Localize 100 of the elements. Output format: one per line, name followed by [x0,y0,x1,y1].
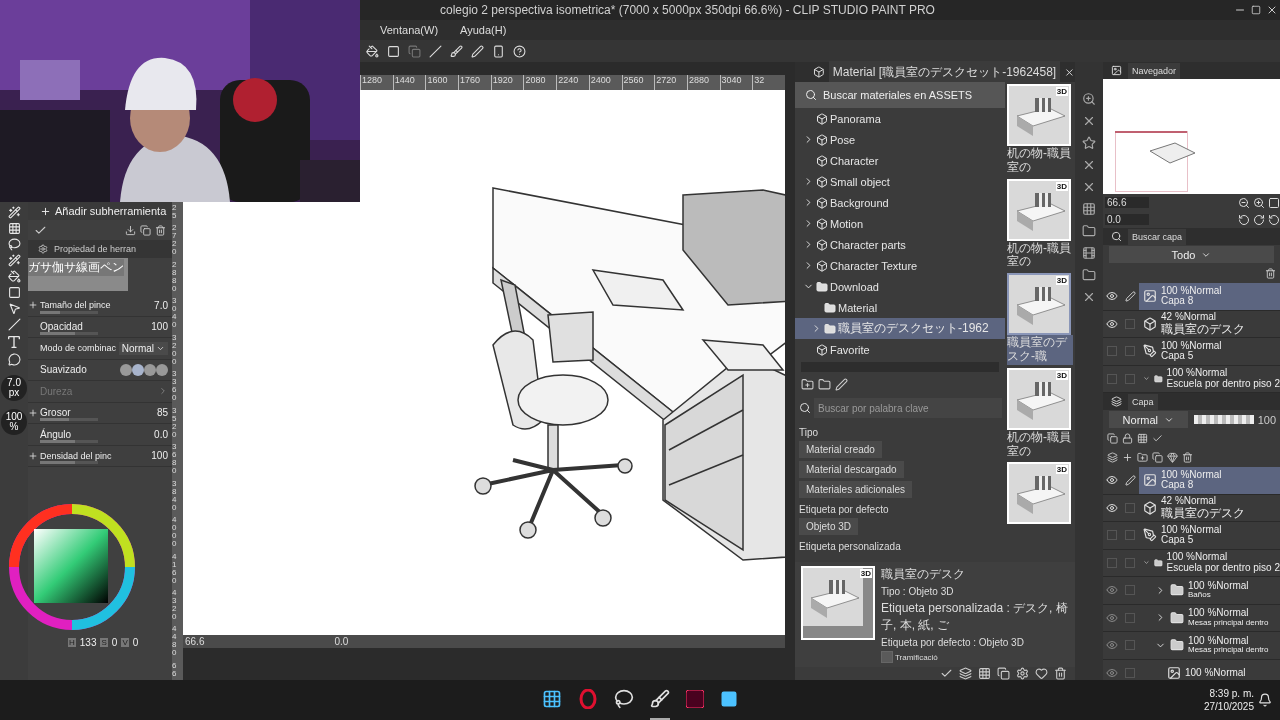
lock-checkbox[interactable] [1125,640,1135,651]
layer-row[interactable]: 100 %Normal Mesas principal dentro [1139,604,1280,631]
tree-item[interactable]: Background [795,192,1005,213]
tree-item[interactable]: 職員室のデスクセット-1962 [795,318,1005,339]
view-icon[interactable] [959,667,972,680]
zoom-field[interactable]: 66.6 [1105,197,1149,208]
indesign-icon[interactable] [686,690,704,708]
filter-tag[interactable]: Materiales adicionales [799,481,912,498]
close-icon[interactable] [1266,4,1278,16]
grid-view-icon[interactable] [978,667,991,680]
copy-layer-icon[interactable] [1152,452,1163,463]
reset-rotation-icon[interactable] [1268,213,1280,226]
opacity-value[interactable]: 100 [1257,413,1276,426]
blend-mode-select[interactable]: Normal [118,341,168,355]
panel-icon[interactable] [1082,114,1096,128]
clip-studio-icon[interactable] [614,689,634,709]
menu-item[interactable]: Ventana(W) [380,24,439,36]
tree-item[interactable]: Favorite [795,339,1005,360]
favorite-icon[interactable] [1082,136,1096,150]
panel-icon[interactable] [1082,92,1096,106]
expand-icon[interactable] [28,407,38,418]
copy-icon[interactable] [408,44,421,58]
line-icon[interactable] [429,44,442,58]
settings-icon[interactable] [1016,667,1029,680]
property-value[interactable]: 100 [151,450,168,462]
layer-filter-dropdown[interactable]: Todo [1109,246,1274,263]
trash-icon[interactable] [1265,268,1276,279]
trash-icon[interactable] [1182,452,1193,463]
tree-item[interactable]: Character [795,150,1005,171]
trash-icon[interactable] [1054,667,1067,680]
panel-icon[interactable] [1082,202,1096,216]
panel-tab[interactable]: Buscar capa [1128,228,1187,245]
panel-tab[interactable]: Capa [1128,393,1158,410]
notification-icon[interactable] [1258,693,1272,707]
zoom-out-icon[interactable] [1238,196,1250,209]
eye-icon[interactable] [1106,584,1118,597]
trash-icon[interactable] [155,224,166,236]
duplicate-icon[interactable] [140,224,151,236]
lock-checkbox[interactable] [1125,346,1135,357]
slider-fill[interactable] [40,332,75,335]
layer-row[interactable]: 100 %Normal Baños [1139,577,1280,604]
property-value[interactable]: 100 [151,321,168,333]
eye-icon[interactable] [1106,639,1118,652]
opacity-slider-fill[interactable] [1193,415,1254,424]
visibility-checkbox[interactable] [1107,346,1117,357]
material-thumbnail[interactable]: 3D [1007,178,1071,241]
slider-fill[interactable] [40,418,69,421]
panel-icon[interactable] [1082,246,1096,260]
lock-checkbox[interactable] [1125,557,1135,568]
line-icon[interactable] [7,318,21,331]
help-icon[interactable] [513,44,526,58]
slider-fill[interactable] [40,461,75,464]
balloon-icon[interactable] [7,353,21,366]
tree-item[interactable]: Character Texture [795,255,1005,276]
grid-tool-icon[interactable] [7,222,21,235]
layer-row[interactable]: 100 %Normal [1139,659,1280,680]
paste-icon[interactable] [997,667,1010,680]
slider-fill[interactable] [40,439,75,443]
tree-item[interactable]: Pose [795,129,1005,150]
lock-icon[interactable] [1122,433,1133,444]
lock-checkbox[interactable] [1125,667,1135,678]
blend-mode-dropdown[interactable]: Normal [1109,411,1188,428]
brush-icon[interactable] [450,44,463,58]
fill-icon[interactable] [366,44,379,58]
lock-checkbox[interactable] [1125,585,1135,596]
layer-row[interactable]: 42 %Normal 職員室のデスク [1139,494,1280,521]
folder-icon[interactable] [818,377,831,391]
material-thumbnail[interactable]: 3D [1007,84,1071,146]
tree-item[interactable]: Download [795,276,1005,297]
panel-icon[interactable] [1082,180,1096,194]
eye-icon[interactable] [1106,474,1118,487]
heart-icon[interactable] [1035,667,1048,680]
new-folder-icon[interactable] [801,377,814,391]
tool-icon[interactable] [7,206,21,219]
windows-start-icon[interactable] [542,689,562,709]
filter-tag[interactable]: Material descargado [799,461,904,478]
wand-icon[interactable] [7,254,21,267]
checkbox[interactable] [881,651,893,663]
material-thumbnail[interactable]: 3D [1007,273,1071,336]
lock-checkbox[interactable] [1125,373,1135,384]
fill-icon[interactable] [7,270,21,283]
layer-row[interactable]: 100 %Normal Capa 8 [1139,283,1280,310]
tree-item[interactable]: Character parts [795,234,1005,255]
eye-icon[interactable] [1106,611,1118,624]
filter-tag[interactable]: Objeto 3D [799,518,859,535]
expand-icon[interactable] [28,450,38,461]
device-icon[interactable] [492,44,505,58]
add-subtool-button[interactable]: Añadir subherramienta [28,202,172,220]
lock-checkbox[interactable] [1125,318,1135,329]
rotate-right-icon[interactable] [1253,213,1265,226]
edit-icon[interactable] [835,377,848,391]
property-value[interactable]: 7.0 [154,299,168,311]
lock-checkbox[interactable] [1125,502,1135,513]
eye-icon[interactable] [1106,317,1118,330]
import-icon[interactable] [125,224,136,236]
layer-row[interactable]: 100 %Normal Escuela por dentro piso 2 [1139,549,1280,576]
layer-row[interactable]: 100 %Normal Capa 5 [1139,338,1280,365]
material-thumbnail[interactable]: 3D [1007,462,1071,525]
panel-tab[interactable]: Navegador [1128,62,1181,79]
clip-paint-icon[interactable] [650,689,670,709]
